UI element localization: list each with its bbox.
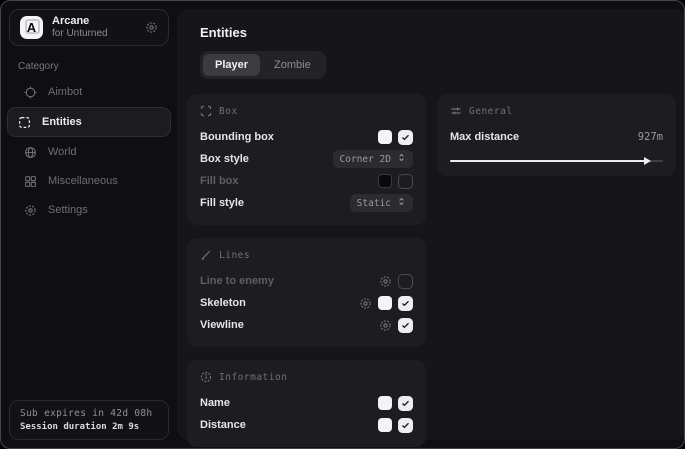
section-title: Box: [219, 106, 238, 117]
sidebar-item-world[interactable]: World: [7, 138, 171, 166]
pencil-line-icon: [200, 249, 212, 261]
sidebar-item-label: Entities: [42, 116, 82, 128]
setting-label: Name: [200, 397, 230, 409]
checkbox-unchecked[interactable]: [398, 274, 413, 289]
app-title: Arcane: [52, 15, 136, 28]
grid-icon: [24, 175, 38, 188]
sidebar-item-miscellaneous[interactable]: Miscellaneous: [7, 167, 171, 195]
max-distance-value: 927m: [638, 131, 663, 143]
tab-player[interactable]: Player: [203, 54, 260, 76]
gear-icon[interactable]: [359, 297, 372, 310]
gear-icon[interactable]: [379, 275, 392, 288]
setting-row-skeleton: Skeleton: [200, 292, 413, 314]
lines-card: Lines Line to enemy Skeleton: [187, 238, 426, 347]
setting-label: Line to enemy: [200, 275, 274, 287]
setting-row-max-distance: Max distance 927m: [450, 126, 663, 148]
section-title: Lines: [219, 250, 250, 261]
setting-label: Fill box: [200, 175, 239, 187]
color-swatch[interactable]: [378, 296, 392, 310]
sidebar-item-label: World: [48, 146, 77, 158]
entity-tabs: Player Zombie: [200, 51, 326, 79]
box-card: Box Bounding box Box style: [187, 94, 426, 225]
info-icon: [200, 371, 212, 383]
setting-row-bounding-box: Bounding box: [200, 126, 413, 148]
session-duration-text: Session duration 2m 9s: [20, 422, 158, 432]
information-card: Information Name Distance: [187, 360, 426, 447]
setting-row-name: Name: [200, 392, 413, 414]
page-title: Entities: [200, 25, 676, 40]
section-title: General: [469, 106, 513, 117]
setting-row-line-to-enemy: Line to enemy: [200, 270, 413, 292]
app-subtitle: for Unturned: [52, 28, 136, 40]
general-card: General Max distance 927m: [437, 94, 676, 176]
checkbox-checked[interactable]: [398, 130, 413, 145]
checkbox-checked[interactable]: [398, 318, 413, 333]
slider-fill: [450, 160, 647, 162]
checkbox-checked[interactable]: [398, 296, 413, 311]
box-style-select[interactable]: Corner 2D: [333, 150, 413, 168]
setting-label: Fill style: [200, 197, 244, 209]
setting-label: Viewline: [200, 319, 244, 331]
setting-row-distance: Distance: [200, 414, 413, 436]
sidebar-item-entities[interactable]: Entities: [7, 107, 171, 137]
setting-label: Box style: [200, 153, 249, 165]
max-distance-slider[interactable]: [450, 157, 663, 165]
crosshair-icon: [24, 86, 38, 99]
arcane-window: A Arcane for Unturned Category Aimbo: [0, 0, 685, 449]
slider-thumb[interactable]: [644, 157, 651, 165]
box-select-icon: [18, 116, 32, 129]
app-logo: A: [20, 16, 43, 39]
sidebar-item-label: Aimbot: [48, 86, 82, 98]
color-swatch[interactable]: [378, 174, 392, 188]
gear-icon: [24, 204, 38, 217]
setting-row-fill-style: Fill style Static: [200, 192, 413, 214]
color-swatch[interactable]: [378, 396, 392, 410]
scan-corners-icon: [200, 105, 212, 117]
tab-zombie[interactable]: Zombie: [262, 54, 323, 76]
setting-row-fill-box: Fill box: [200, 170, 413, 192]
chevrons-up-down-icon: [397, 197, 406, 209]
setting-row-box-style: Box style Corner 2D: [200, 148, 413, 170]
section-title: Information: [219, 372, 287, 383]
checkbox-checked[interactable]: [398, 396, 413, 411]
subscription-info-card: Sub expires in 42d 08h Session duration …: [9, 400, 169, 440]
selected-option: Static: [357, 198, 391, 209]
brand-card: A Arcane for Unturned: [9, 9, 169, 46]
chevrons-up-down-icon: [397, 153, 406, 165]
sidebar-item-label: Miscellaneous: [48, 175, 118, 187]
setting-label: Max distance: [450, 131, 519, 143]
fill-style-select[interactable]: Static: [350, 194, 413, 212]
globe-icon: [24, 146, 38, 159]
left-column: Box Bounding box Box style: [187, 94, 426, 447]
color-swatch[interactable]: [378, 130, 392, 144]
checkbox-checked[interactable]: [398, 418, 413, 433]
sub-expiry-text: Sub expires in 42d 08h: [20, 408, 158, 419]
gear-icon[interactable]: [145, 21, 158, 34]
sidebar-item-settings[interactable]: Settings: [7, 196, 171, 224]
main-panel: Entities Player Zombie Box: [177, 9, 685, 440]
setting-row-viewline: Viewline: [200, 314, 413, 336]
sidebar-nav: Aimbot Entities World: [1, 78, 177, 225]
sidebar-item-aimbot[interactable]: Aimbot: [7, 78, 171, 106]
category-label: Category: [18, 61, 177, 72]
setting-label: Bounding box: [200, 131, 274, 143]
setting-label: Distance: [200, 419, 246, 431]
checkbox-unchecked[interactable]: [398, 174, 413, 189]
sidebar-item-label: Settings: [48, 204, 88, 216]
color-swatch[interactable]: [378, 418, 392, 432]
right-column: General Max distance 927m: [437, 94, 676, 447]
selected-option: Corner 2D: [340, 154, 391, 165]
slider-track[interactable]: [450, 160, 663, 162]
sliders-icon: [450, 105, 462, 117]
sidebar: A Arcane for Unturned Category Aimbo: [1, 1, 177, 448]
logo-letter: A: [27, 20, 36, 35]
setting-label: Skeleton: [200, 297, 246, 309]
gear-icon[interactable]: [379, 319, 392, 332]
